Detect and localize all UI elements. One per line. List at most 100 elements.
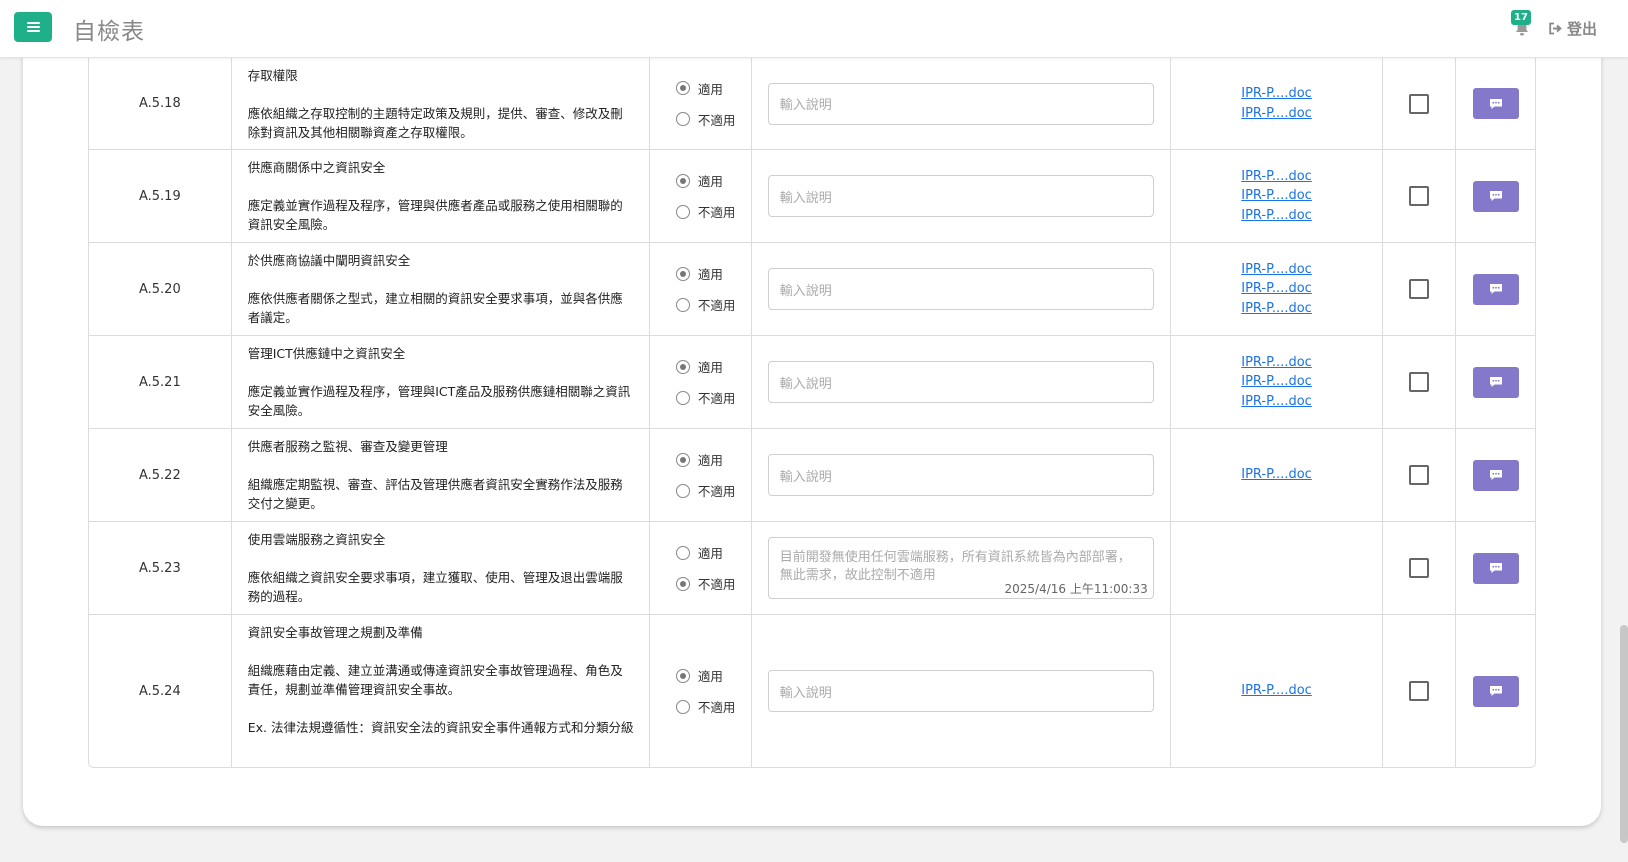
radio-button[interactable] [675,699,690,714]
sign-out-icon [1549,22,1562,35]
checkbox-cell [1383,58,1457,149]
menu-toggle-button[interactable] [14,12,52,42]
control-code: A.5.23 [138,560,181,576]
applicability-cell: 適用不適用 [650,615,752,767]
radio-button[interactable] [675,266,690,281]
control-extra-note: Ex. 法律法規遵循性：資訊安全法的資訊安全事件通報方式和分類分級 [247,720,634,735]
file-link[interactable]: IPR-P....doc [1241,84,1312,104]
action-cell [1456,243,1535,335]
radio-option-applicable[interactable]: 適用 [675,450,751,469]
applicability-cell: 適用 不適用 [650,243,752,335]
self-check-table: A.5.18 存取權限 應依組織之存取控制的主題特定政策及規則，提供、審查、修改及刪… [88,58,1536,768]
comment-button[interactable] [1472,552,1519,584]
note-placeholder: 輸入說明 [779,283,832,299]
radio-option-applicable[interactable]: 適用 [675,357,751,376]
radio-button[interactable] [675,297,690,312]
comment-icon [1489,284,1502,294]
file-link[interactable]: IPR-P....doc [1241,206,1312,226]
comment-button[interactable] [1472,273,1519,305]
files-cell: IPR-P....doc IPR-P....doc IPR-P....doc [1171,150,1384,242]
files-cell [1171,522,1384,614]
scrollbar-thumb[interactable] [1620,625,1628,843]
radio-label: 不適用 [697,700,736,715]
radio-option-not-applicable[interactable]: 不適用 [675,574,751,593]
file-link[interactable]: IPR-P....doc [1241,353,1312,373]
comment-button[interactable] [1472,180,1519,212]
file-link[interactable]: IPR-P....doc [1241,372,1312,392]
comment-button[interactable] [1472,366,1519,398]
file-link[interactable]: IPR-P....doc [1241,299,1312,319]
file-link[interactable]: IPR-P....doc [1241,465,1312,485]
file-link[interactable]: IPR-P....doc [1241,167,1312,187]
note-input[interactable]: 輸入說明 [767,670,1154,712]
control-code-cell: A.5.20 [89,243,232,335]
radio-button[interactable] [675,112,690,126]
file-link[interactable]: IPR-P....doc [1241,260,1312,280]
control-code: A.5.18 [138,96,181,111]
control-code-cell: A.5.22 [89,429,232,521]
files-cell: IPR-P....doc IPR-P....doc IPR-P....doc [1171,336,1384,428]
confirm-checkbox[interactable] [1409,558,1430,578]
radio-option-not-applicable[interactable]: 不適用 [675,295,751,314]
file-link[interactable]: IPR-P....doc [1241,279,1312,299]
radio-option-not-applicable[interactable]: 不適用 [675,110,751,129]
radio-button[interactable] [675,452,690,467]
control-code-cell: A.5.19 [89,150,232,242]
radio-label: 適用 [697,174,723,189]
radio-button[interactable] [675,204,690,219]
file-link[interactable]: IPR-P....doc [1241,186,1312,206]
radio-button[interactable] [675,359,690,374]
file-link[interactable]: IPR-P....doc [1241,392,1312,412]
confirm-checkbox[interactable] [1409,279,1430,299]
radio-button[interactable] [675,173,690,188]
note-input[interactable]: 輸入說明 [767,175,1154,217]
comment-button[interactable] [1472,88,1519,119]
table-row: A.5.21 管理ICT供應鏈中之資訊安全 應定義並實作過程及程序，管理與ICT產品… [89,336,1535,429]
note-cell: 輸入說明 [752,336,1171,428]
note-input[interactable]: 輸入說明 [767,82,1154,125]
radio-option-applicable[interactable]: 適用 [675,543,751,562]
checkbox-cell [1383,150,1457,242]
radio-button[interactable] [675,576,690,591]
radio-button[interactable] [675,390,690,405]
radio-option-not-applicable[interactable]: 不適用 [675,697,751,716]
note-input[interactable]: 輸入說明 [767,454,1154,496]
confirm-checkbox[interactable] [1409,372,1430,392]
logout-button[interactable]: 登出 [1548,18,1597,39]
radio-label: 不適用 [697,112,736,128]
control-description-cell: 使用雲端服務之資訊安全 應依組織之資訊安全要求事項，建立獲取、使用、管理及退出雲端… [232,522,650,614]
confirm-checkbox[interactable] [1409,465,1430,485]
applicability-cell: 適用不適用 [650,58,752,149]
radio-label: 不適用 [697,205,736,220]
control-body: 應依組織之存取控制的主題特定政策及規則，提供、審查、修改及刪除對資訊及其他相關聯… [247,106,623,140]
radio-option-applicable[interactable]: 適用 [675,171,751,190]
radio-button[interactable] [675,81,690,95]
confirm-checkbox[interactable] [1409,186,1430,206]
note-input[interactable]: 目前開發無使用任何雲端服務，所有資訊系統皆為內部部署，無此需求，故此控制不適用 2… [767,537,1154,599]
radio-button[interactable] [675,483,690,498]
radio-option-not-applicable[interactable]: 不適用 [675,202,751,221]
control-body: 應依組織之資訊安全要求事項，建立獲取、使用、管理及退出雲端服務的過程。 [247,570,623,604]
file-link[interactable]: IPR-P....doc [1241,681,1312,701]
control-code: A.5.22 [138,467,181,483]
radio-option-applicable[interactable]: 適用 [675,666,751,685]
control-title: 資訊安全事故管理之規劃及準備 [247,625,423,640]
radio-option-applicable[interactable]: 適用 [675,264,751,283]
notifications-button[interactable]: 17 [1509,10,1535,42]
files-cell: IPR-P....doc IPR-P....doc IPR-P....doc [1171,243,1384,335]
comment-button[interactable] [1472,459,1519,491]
radio-option-not-applicable[interactable]: 不適用 [675,481,751,500]
comment-button[interactable] [1472,675,1519,707]
radio-option-applicable[interactable]: 適用 [675,79,751,98]
file-link[interactable]: IPR-P....doc [1241,104,1312,124]
radio-option-not-applicable[interactable]: 不適用 [675,388,751,407]
radio-button[interactable] [675,545,690,560]
files-cell: IPR-P....doc [1171,429,1384,521]
confirm-checkbox[interactable] [1409,93,1430,114]
radio-button[interactable] [675,668,690,683]
note-placeholder: 輸入說明 [779,376,832,392]
note-input[interactable]: 輸入說明 [767,361,1154,403]
confirm-checkbox[interactable] [1409,681,1430,701]
note-input[interactable]: 輸入說明 [767,268,1154,310]
note-cell: 輸入說明 [752,150,1171,242]
